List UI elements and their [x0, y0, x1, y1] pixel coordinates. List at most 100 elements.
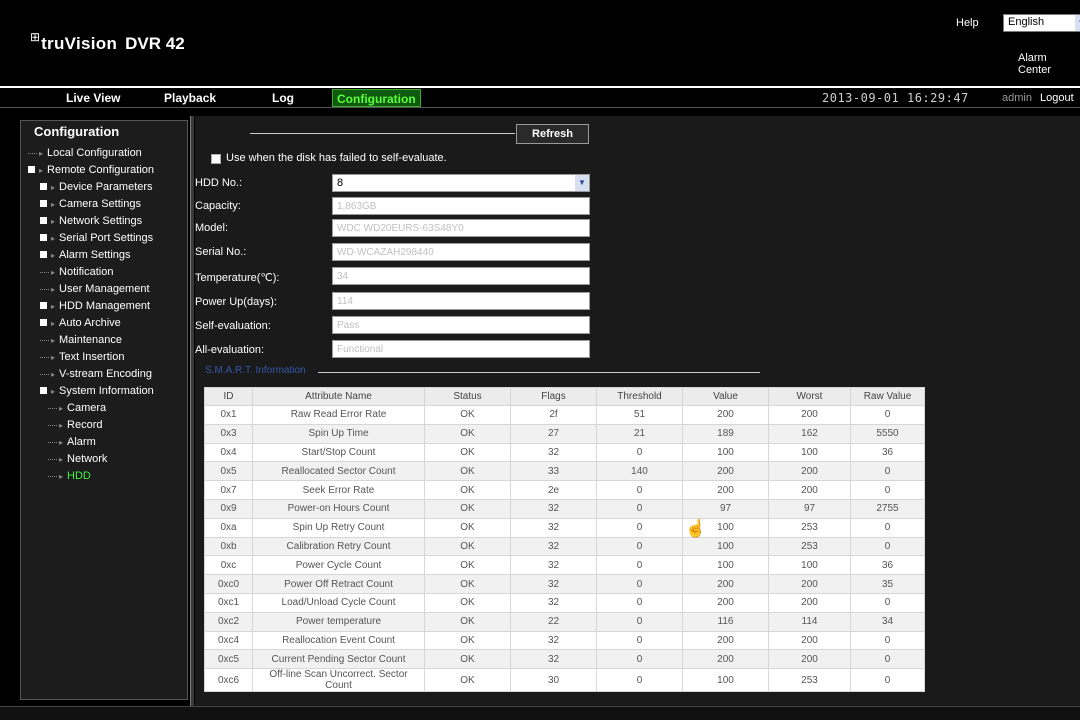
- refresh-button[interactable]: Refresh: [516, 124, 589, 144]
- sidebar-item[interactable]: ▸ V-stream Encoding: [40, 366, 152, 383]
- collapse-icon[interactable]: [28, 165, 35, 173]
- table-cell: 116: [682, 611, 769, 632]
- sidebar-item[interactable]: ▸ HDD Management: [40, 298, 150, 315]
- table-cell: 200: [768, 405, 851, 425]
- smart-info-title: S.M.A.R.T. Information: [205, 365, 306, 376]
- nav-configuration[interactable]: Configuration: [332, 89, 421, 107]
- serial-no-field: WD-WCAZAH298440: [332, 243, 590, 261]
- model-label: Model:: [195, 222, 229, 234]
- chevron-down-icon[interactable]: ▼: [1075, 15, 1080, 31]
- table-header-row: ID Attribute Name Status Flags Threshold…: [204, 387, 925, 406]
- table-cell: 2e: [510, 480, 597, 500]
- sidebar-item[interactable]: ▸ Local Configuration: [28, 145, 142, 162]
- sidebar-item[interactable]: ▸ Network: [48, 451, 107, 468]
- chevron-right-icon: ▸: [51, 217, 56, 226]
- table-cell: 114: [768, 611, 851, 632]
- sidebar-item[interactable]: ▸ Network Settings: [40, 213, 142, 230]
- table-cell: 2f: [510, 405, 597, 425]
- table-cell: 200: [682, 461, 769, 482]
- sidebar-item[interactable]: ▸ Maintenance: [40, 332, 122, 349]
- table-cell: Current Pending Sector Count: [252, 649, 425, 670]
- table-cell: 32: [510, 630, 597, 651]
- sidebar-item[interactable]: ▸ Camera Settings: [40, 196, 141, 213]
- table-row: 0x5 Reallocated Sector Count OK 33 140 200 200…: [204, 461, 925, 482]
- table-cell: 0: [596, 649, 683, 670]
- nav-playback[interactable]: Playback: [164, 89, 216, 107]
- table-cell: 200: [682, 405, 769, 425]
- expand-icon[interactable]: [40, 233, 47, 241]
- expand-icon[interactable]: [40, 216, 47, 224]
- chevron-right-icon: ▸: [39, 166, 44, 175]
- datetime-display: 2013-09-01 16:29:47: [822, 91, 969, 105]
- sidebar-item-label: Alarm Settings: [59, 249, 131, 261]
- table-cell: 0: [596, 574, 683, 594]
- self-evaluation-label: Self-evaluation:: [195, 320, 271, 332]
- sidebar-item[interactable]: ▸ Serial Port Settings: [40, 230, 153, 247]
- sidebar-item[interactable]: ▸ Alarm: [48, 434, 96, 451]
- table-cell: 36: [850, 555, 925, 576]
- nav-live-view[interactable]: Live View: [66, 89, 120, 107]
- expand-icon[interactable]: [40, 250, 47, 258]
- expand-icon[interactable]: [40, 318, 47, 326]
- hdd-no-select[interactable]: 8 ▼: [332, 174, 590, 192]
- table-cell: 32: [510, 536, 597, 557]
- hdd-no-label: HDD No.:: [195, 177, 243, 189]
- sidebar-item[interactable]: ▸ Notification: [40, 264, 113, 281]
- table-cell: 0xc4: [204, 630, 253, 651]
- table-cell: 0xc6: [204, 668, 253, 693]
- table-cell: 0xc: [204, 555, 253, 576]
- panel-divider[interactable]: [190, 116, 194, 706]
- table-cell: 0: [596, 517, 683, 538]
- col-worst-header: Worst: [768, 387, 851, 406]
- collapse-icon[interactable]: [40, 386, 47, 394]
- table-cell: OK: [424, 574, 511, 594]
- table-cell: Start/Stop Count: [252, 442, 425, 463]
- table-cell: 2755: [850, 498, 925, 519]
- expand-icon[interactable]: [40, 301, 47, 309]
- table-cell: 36: [850, 442, 925, 463]
- power-up-field: 114: [332, 292, 590, 310]
- sidebar-item[interactable]: ▸ Auto Archive: [40, 315, 121, 332]
- language-select[interactable]: English ▼: [1003, 14, 1080, 32]
- alarm-center-link[interactable]: Alarm Center: [1018, 52, 1080, 76]
- table-cell: OK: [424, 536, 511, 557]
- table-cell: 51: [596, 405, 683, 425]
- table-cell: 0: [596, 611, 683, 632]
- table-cell: 162: [768, 423, 851, 444]
- chevron-right-icon: ▸: [51, 353, 56, 362]
- help-link[interactable]: Help: [956, 17, 979, 29]
- table-cell: OK: [424, 498, 511, 519]
- sidebar-item[interactable]: ▸ User Management: [40, 281, 150, 298]
- self-evaluate-checkbox[interactable]: [211, 154, 221, 164]
- table-cell: Off-line Scan Uncorrect. Sector Count: [252, 668, 425, 693]
- temperature-field: 34: [332, 267, 590, 285]
- temperature-label: Temperature(℃):: [195, 272, 280, 284]
- sidebar-item[interactable]: ▸ Remote Configuration: [28, 162, 154, 179]
- sidebar-item[interactable]: ▸ Text Insertion: [40, 349, 124, 366]
- table-cell: 0: [596, 630, 683, 651]
- chevron-down-icon[interactable]: ▼: [575, 175, 589, 191]
- sidebar-item[interactable]: ▸ Device Parameters: [40, 179, 153, 196]
- nav-log[interactable]: Log: [272, 89, 294, 107]
- expand-icon[interactable]: [40, 199, 47, 207]
- expand-icon[interactable]: [40, 182, 47, 190]
- sidebar-item-label: Auto Archive: [59, 317, 121, 329]
- sidebar-item[interactable]: ▸ Record: [48, 417, 102, 434]
- chevron-right-icon: ▸: [51, 302, 56, 311]
- chevron-right-icon: ▸: [59, 472, 64, 481]
- sidebar-item-label: Remote Configuration: [47, 164, 155, 176]
- sidebar-item[interactable]: ▸ System Information: [40, 383, 154, 400]
- sidebar-item[interactable]: ▸ Alarm Settings: [40, 247, 131, 264]
- logout-link[interactable]: Logout: [1040, 89, 1074, 107]
- col-status-header: Status: [424, 387, 511, 406]
- table-cell: OK: [424, 423, 511, 444]
- power-up-label: Power Up(days):: [195, 296, 277, 308]
- table-cell: OK: [424, 461, 511, 482]
- sidebar-item[interactable]: ▸ HDD: [48, 468, 91, 485]
- tree-connector: [48, 424, 57, 426]
- table-cell: 0: [850, 536, 925, 557]
- table-cell: OK: [424, 611, 511, 632]
- sidebar-item[interactable]: ▸ Camera: [48, 400, 106, 417]
- sidebar-item-label: Device Parameters: [59, 181, 153, 193]
- sidebar-item-label: System Information: [59, 385, 154, 397]
